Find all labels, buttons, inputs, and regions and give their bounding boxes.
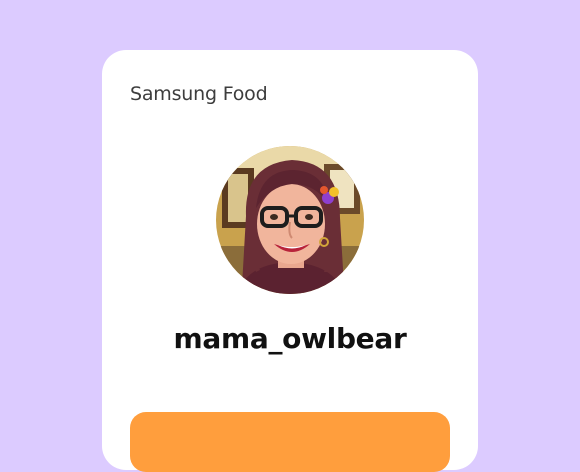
primary-action-button[interactable]: [130, 412, 450, 472]
avatar: [216, 146, 364, 294]
avatar-photo-icon: [216, 146, 364, 294]
brand-name: Samsung Food: [130, 83, 268, 105]
profile-card: Samsung Food mama_owlbear: [102, 50, 478, 472]
username: mama_owlbear: [173, 322, 407, 355]
